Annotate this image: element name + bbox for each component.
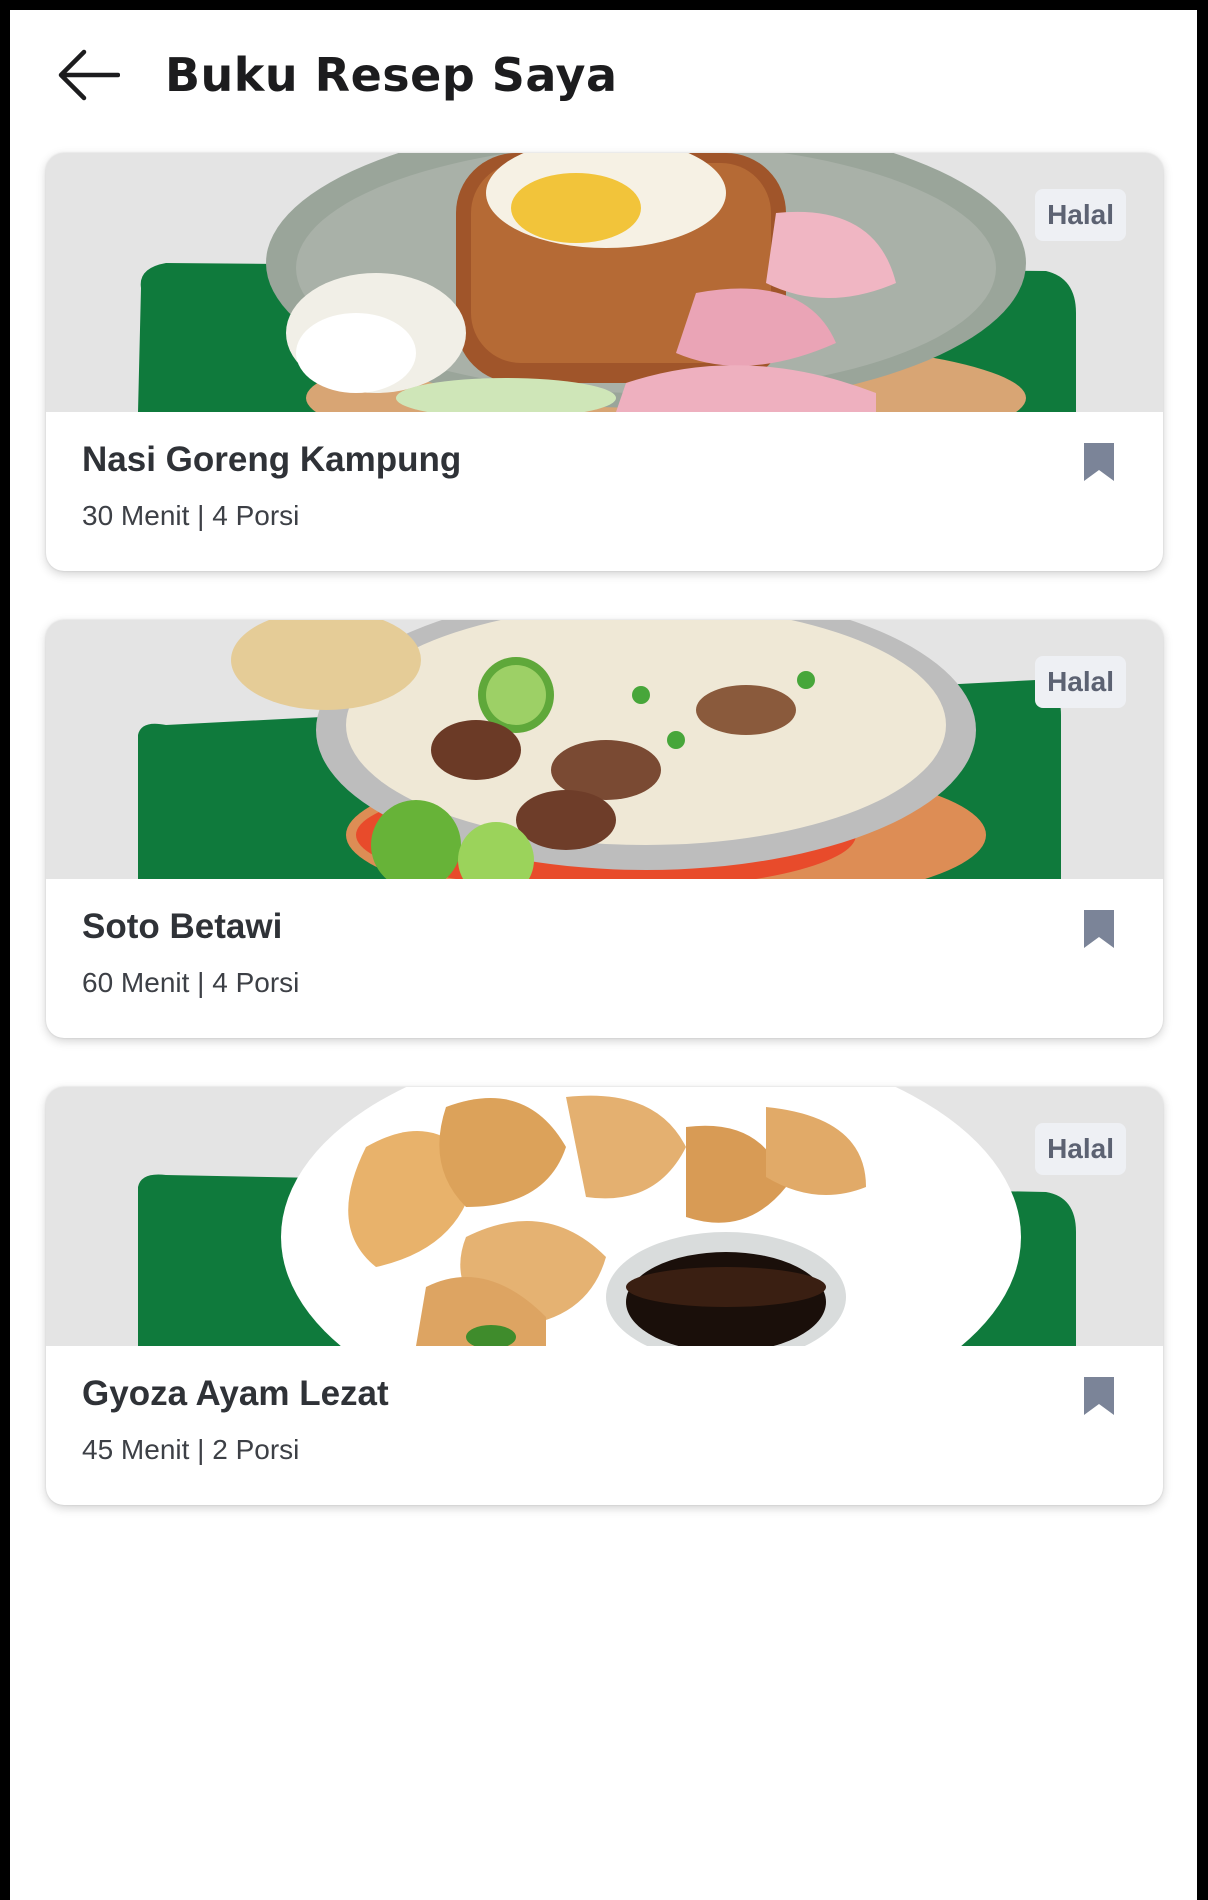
recipe-image-nasi-goreng: Halal [46,153,1163,412]
recipe-card[interactable]: Halal Soto Betawi 60 Menit | 4 Porsi [46,620,1163,1038]
recipe-title: Soto Betawi [82,907,283,946]
recipe-card[interactable]: Halal Gyoza Ayam Lezat 45 Menit | 2 Pors… [46,1087,1163,1505]
recipe-card[interactable]: Halal Nasi Goreng Kampung 30 Menit | 4 P… [46,153,1163,571]
bookmark-icon[interactable] [1081,1374,1117,1418]
recipe-meta: 60 Menit | 4 Porsi [82,967,300,998]
page-title: Buku Resep Saya [165,48,618,102]
halal-badge: Halal [1035,1123,1126,1175]
recipe-image-soto-betawi: Halal [46,620,1163,879]
recipe-meta: 45 Menit | 2 Porsi [82,1434,300,1465]
bookmark-icon[interactable] [1081,440,1117,484]
recipe-image-gyoza: Halal [46,1087,1163,1346]
recipe-title: Gyoza Ayam Lezat [82,1374,389,1413]
halal-badge: Halal [1035,656,1126,708]
back-button[interactable] [48,40,128,110]
recipe-meta: 30 Menit | 4 Porsi [82,500,300,531]
arrow-left-icon [58,49,120,101]
recipe-card-body: Gyoza Ayam Lezat 45 Menit | 2 Porsi [46,1346,1163,1505]
recipe-card-body: Soto Betawi 60 Menit | 4 Porsi [46,879,1163,1038]
halal-badge: Halal [1035,189,1126,241]
recipe-title: Nasi Goreng Kampung [82,440,462,479]
recipe-card-body: Nasi Goreng Kampung 30 Menit | 4 Porsi [46,412,1163,571]
screen: Buku Resep Saya Halal Nasi Goreng Kampun… [10,10,1197,1900]
bookmark-icon[interactable] [1081,907,1117,951]
app-header: Buku Resep Saya [10,10,1197,140]
